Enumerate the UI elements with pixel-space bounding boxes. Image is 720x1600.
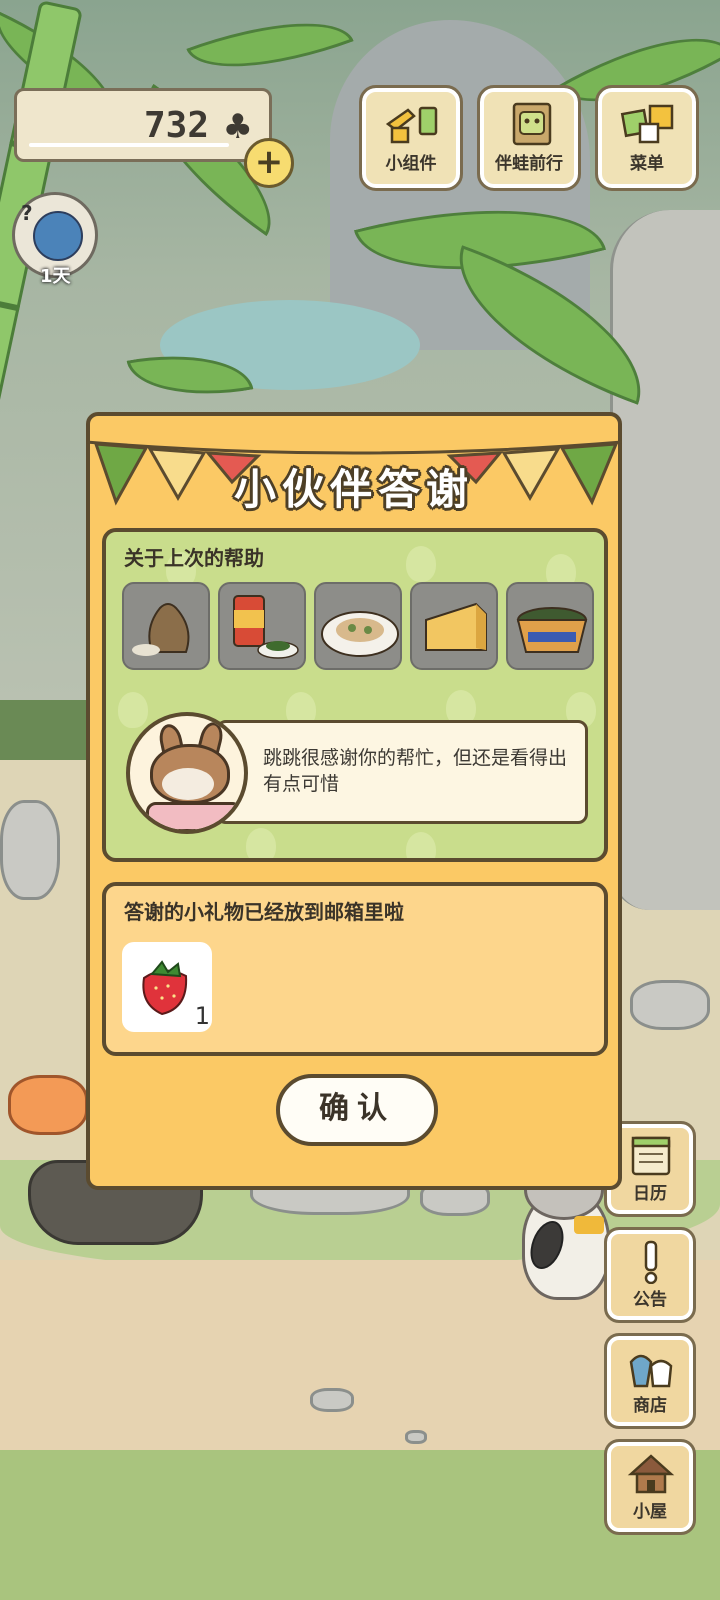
pasta-plate-icon: [321, 611, 399, 657]
item-slot: [410, 582, 498, 670]
item-slot: [122, 582, 210, 670]
house-icon: [627, 1454, 675, 1494]
notice-icon: [644, 1240, 658, 1284]
question-mark-icon: ?: [21, 201, 33, 225]
clover-icon: ♣: [222, 107, 253, 147]
gift-section-title: 答谢的小礼物已经放到邮箱里啦: [124, 900, 404, 924]
dialog-title: 小伙伴答谢: [233, 465, 474, 514]
visitor-days-label: 1天: [40, 266, 71, 287]
right-cliff-rock: [610, 210, 720, 910]
cheese-icon: [425, 602, 487, 651]
friend-thanks-dialog: 小伙伴答谢 关于上次的帮助 跳跳很感谢你的帮忙，但还是看得出有点可惜 答谢的小礼…: [86, 412, 622, 1190]
shop-bags-icon: [629, 1354, 673, 1388]
stone: [0, 800, 60, 900]
gift-quantity: 1: [194, 1002, 210, 1030]
house-label: 小屋: [633, 1502, 667, 1522]
stone: [630, 980, 710, 1030]
gift-panel: 答谢的小礼物已经放到邮箱里啦 1: [102, 882, 608, 1056]
frog-journey-label: 伴蛙前行: [495, 154, 563, 174]
pebble: [405, 1430, 427, 1444]
bird-visitor-icon: [33, 211, 83, 261]
thanks-message: 跳跳很感谢你的帮忙，但还是看得出有点可惜: [263, 747, 568, 795]
shop-button[interactable]: 商店: [604, 1333, 696, 1429]
menu-label: 菜单: [630, 154, 664, 174]
calendar-icon: [631, 1136, 671, 1176]
last-help-panel: 关于上次的帮助 跳跳很感谢你的帮忙，但还是看得出有点可惜: [102, 528, 608, 862]
item-slot: [314, 582, 402, 670]
speech-bubble: 跳跳很感谢你的帮忙，但还是看得出有点可惜: [216, 720, 588, 824]
noodle-bowl-icon: [516, 607, 588, 653]
given-items-row: [122, 582, 594, 670]
widget-icon: [385, 106, 438, 144]
clover-counter: 732 ♣: [14, 88, 272, 162]
add-clover-button[interactable]: +: [244, 138, 294, 188]
house-button[interactable]: 小屋: [604, 1439, 696, 1535]
clover-count: 732: [143, 105, 209, 146]
counter-underline: [29, 143, 229, 147]
menu-button[interactable]: 菜单: [595, 85, 699, 191]
notice-label: 公告: [633, 1290, 667, 1310]
item-slot: [218, 582, 306, 670]
pumpkin: [8, 1075, 88, 1135]
confirm-button[interactable]: 确认: [276, 1074, 438, 1146]
gift-item-slot[interactable]: 1: [122, 942, 212, 1032]
grain-sack-icon: [132, 603, 190, 656]
frog-book-icon: [512, 102, 552, 146]
shop-label: 商店: [633, 1396, 667, 1416]
help-section-title: 关于上次的帮助: [124, 546, 264, 570]
widget-button[interactable]: 小组件: [359, 85, 463, 191]
item-slot: [506, 582, 594, 670]
canned-food-icon: [233, 595, 299, 659]
frog-journey-button[interactable]: 伴蛙前行: [477, 85, 581, 191]
squirrel-portrait: [126, 712, 248, 834]
calendar-label: 日历: [633, 1184, 667, 1204]
notice-button[interactable]: 公告: [604, 1227, 696, 1323]
menu-cards-icon: [620, 104, 674, 144]
pebble: [310, 1388, 354, 1412]
widget-label: 小组件: [385, 154, 437, 174]
